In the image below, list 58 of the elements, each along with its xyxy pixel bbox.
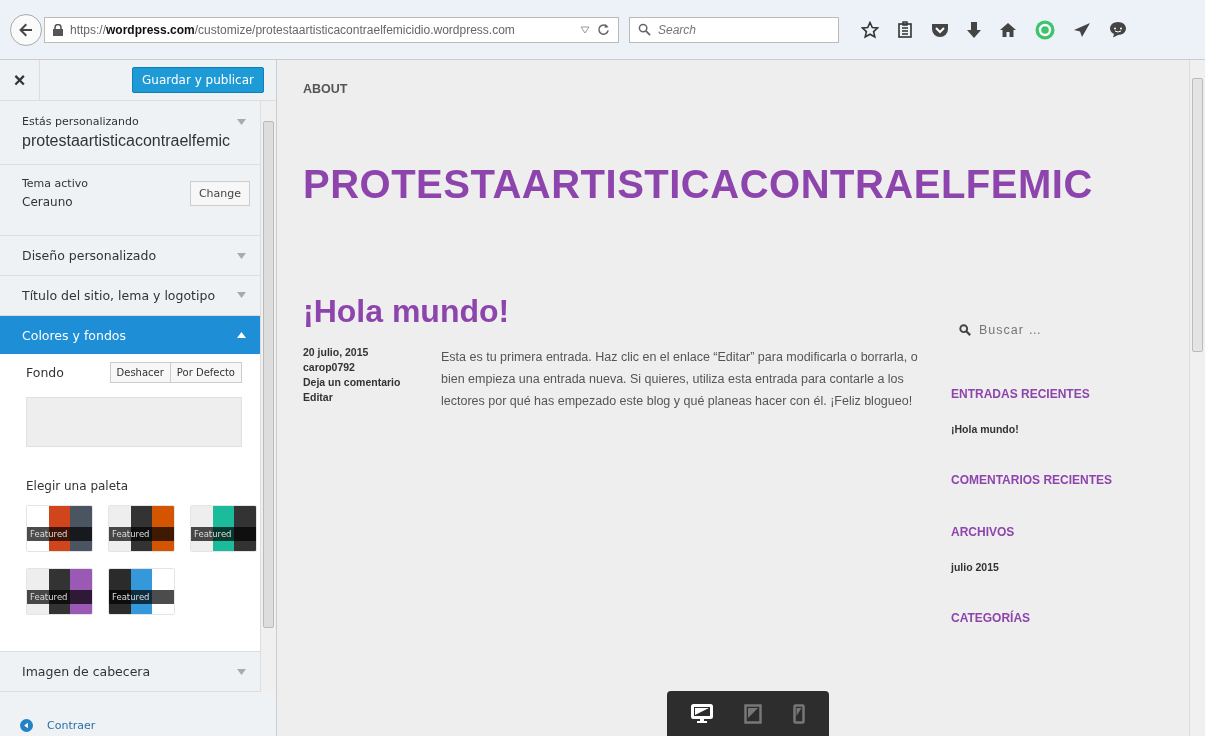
search-icon [638,22,651,36]
theme-name: Cerauno [22,195,74,209]
back-arrow-icon [18,21,34,38]
address-bar[interactable]: https://wordpress.com/customize/protestaartisticacontraelfemicidio.wordpress.com [44,16,619,43]
color-palette[interactable]: Featured [108,505,175,553]
site-title: PROTESTAARTISTICACONTRAELFEMIC [303,162,1094,207]
pocket-icon[interactable] [931,21,949,38]
post-meta: carop0792 [303,361,356,373]
expand-caret-icon [237,292,246,299]
change-theme-button[interactable]: Change [189,181,250,206]
download-icon[interactable] [967,20,981,39]
customizing-label: Estás personalizando [22,115,139,128]
widget-link[interactable]: ¡Hola mundo! [951,423,1181,435]
post-meta: Editar [303,391,334,403]
expand-caret-icon [237,252,246,259]
featured-label: Featured [109,527,174,542]
color-palette[interactable]: Featured [26,505,93,553]
post-title: ¡Hola mundo! [303,293,511,330]
palette-heading: Elegir una paleta [26,479,130,494]
reload-icon[interactable] [597,23,610,36]
search-field[interactable]: Search [629,16,839,43]
site-name: protestaartisticacontraelfemic [22,132,231,150]
theme-label: Tema activo [22,177,88,190]
widget-title: ARCHIVOS [951,525,1016,539]
back-button[interactable] [10,13,42,46]
color-palette[interactable]: Featured [108,568,175,616]
send-icon[interactable] [1073,21,1091,38]
featured-label: Featured [109,590,174,605]
featured-label: Featured [27,527,92,542]
featured-label: Featured [191,527,256,542]
widget-link[interactable]: julio 2015 [951,561,1181,573]
close-button[interactable]: × [0,60,40,100]
featured-label: Featured [27,590,92,605]
url-text: https://wordpress.com/customize/protestaartisticacontraelfemicidio.wordpress.com [70,22,516,37]
post-text: Esta es tu primera entrada. Haz clic en el enlace “Editar” para modificarla o borrarla, o bien empieza una entrada nueva. Si quieres, utiliza esta entrada para contarle a los lectores por qué has empezado este blog y qué planeas hacer con él. ¡Feliz blogueo! [441,349,919,410]
bookmark-star-icon[interactable] [861,20,879,39]
search-icon [959,324,971,336]
left-arrow-circle-icon [20,719,33,732]
widget-title: COMENTARIOS RECIENTES [951,473,1114,487]
expand-caret-icon [237,668,246,675]
post-meta: 20 julio, 2015 [303,346,370,358]
background-label: Fondo [26,365,64,381]
widget-title: CATEGORÍAS [951,611,1032,625]
collapse-caret-icon [237,332,246,339]
color-palette[interactable]: Featured [26,568,93,616]
search-field[interactable]: Buscar … [951,319,1131,341]
post-meta: Deja un comentario [303,376,402,388]
nav-link[interactable]: ABOUT [303,82,348,96]
reading-list-icon[interactable] [897,20,913,39]
collapse-button[interactable]: Contraer [20,719,96,732]
lock-icon [53,23,63,36]
background-option-button[interactable]: Deshacer [109,362,171,384]
color-palette[interactable]: Featured [190,505,257,553]
home-icon[interactable] [999,21,1017,38]
widget-title: ENTRADAS RECIENTES [951,387,1091,401]
accordion-section[interactable]: Colores y fondos [0,315,260,355]
background-option-button[interactable]: Por Defecto [170,362,242,384]
chat-bubble-icon[interactable] [1109,21,1127,38]
